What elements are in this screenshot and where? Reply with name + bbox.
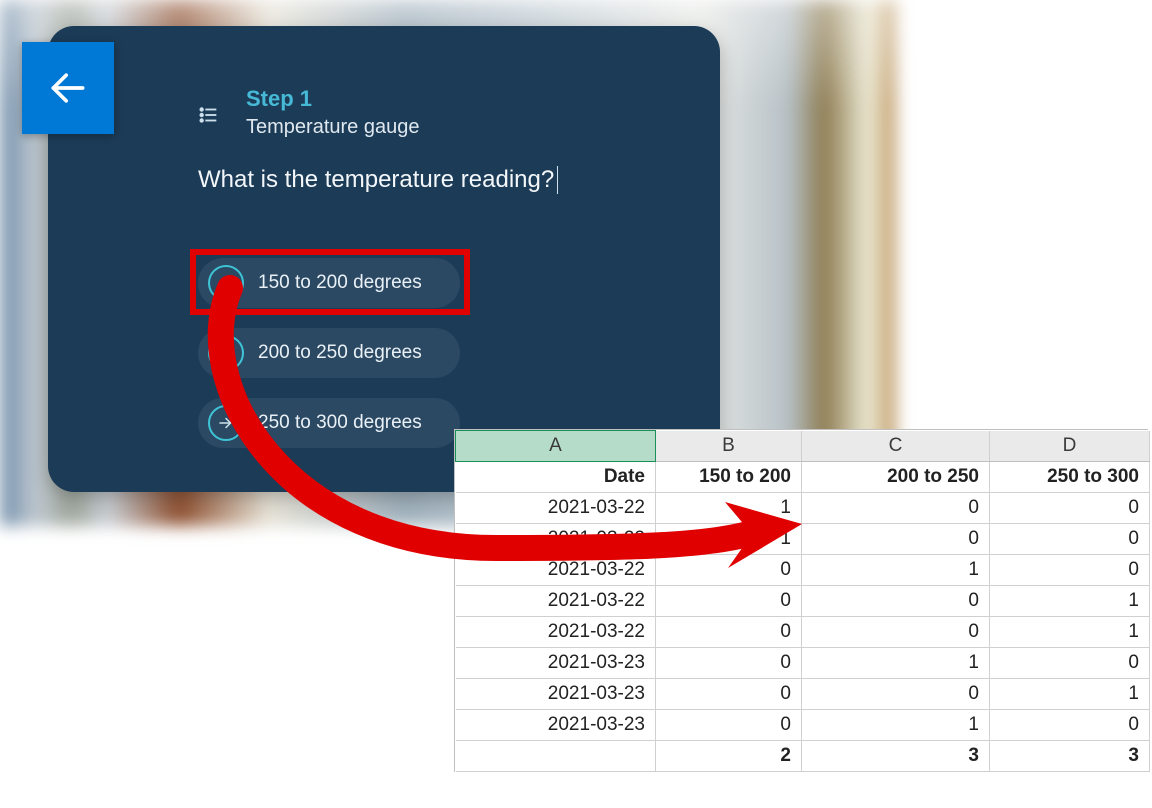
- option-list: 150 to 200 degrees 200 to 250 degrees 25…: [198, 258, 460, 448]
- question-text[interactable]: What is the temperature reading?: [198, 166, 558, 194]
- step-subtitle: Temperature gauge: [246, 116, 419, 139]
- cell[interactable]: 2021-03-22: [456, 524, 656, 555]
- cell[interactable]: 1: [656, 524, 802, 555]
- cell[interactable]: 3: [802, 741, 990, 772]
- option-250-300[interactable]: 250 to 300 degrees: [198, 398, 460, 448]
- cell[interactable]: 250 to 300: [990, 462, 1150, 493]
- cell[interactable]: 1: [802, 710, 990, 741]
- col-header-b[interactable]: B: [656, 431, 802, 462]
- table-row[interactable]: 2021-03-23010: [456, 648, 1150, 679]
- table-row[interactable]: 2021-03-22001: [456, 586, 1150, 617]
- cell[interactable]: 0: [990, 524, 1150, 555]
- option-200-250[interactable]: 200 to 250 degrees: [198, 328, 460, 378]
- column-letter-row: A B C D: [456, 431, 1150, 462]
- table-row[interactable]: 2021-03-22100: [456, 493, 1150, 524]
- table-row[interactable]: 2021-03-22010: [456, 555, 1150, 586]
- cell[interactable]: 2021-03-23: [456, 679, 656, 710]
- totals-row[interactable]: 233: [456, 741, 1150, 772]
- cell[interactable]: 0: [802, 493, 990, 524]
- cell[interactable]: 2021-03-22: [456, 586, 656, 617]
- arrow-right-icon: [208, 265, 244, 301]
- cell[interactable]: 2021-03-22: [456, 617, 656, 648]
- back-button[interactable]: [22, 42, 114, 134]
- cell[interactable]: 150 to 200: [656, 462, 802, 493]
- cell[interactable]: [456, 741, 656, 772]
- spreadsheet[interactable]: A B C D Date 150 to 200 200 to 250 250 t…: [454, 429, 1148, 772]
- cell[interactable]: 0: [802, 524, 990, 555]
- cell[interactable]: 0: [990, 710, 1150, 741]
- table-row[interactable]: 2021-03-23001: [456, 679, 1150, 710]
- cell[interactable]: 0: [656, 617, 802, 648]
- table-row[interactable]: 2021-03-22001: [456, 617, 1150, 648]
- cell[interactable]: 2021-03-22: [456, 555, 656, 586]
- cell[interactable]: 3: [990, 741, 1150, 772]
- cell[interactable]: 0: [656, 648, 802, 679]
- col-header-c[interactable]: C: [802, 431, 990, 462]
- step-title: Step 1: [246, 86, 312, 112]
- cell[interactable]: 0: [656, 586, 802, 617]
- guide-card: Step 1 Temperature gauge What is the tem…: [48, 26, 720, 492]
- cell[interactable]: 1: [802, 555, 990, 586]
- cell[interactable]: Date: [456, 462, 656, 493]
- table-row[interactable]: 2021-03-22100: [456, 524, 1150, 555]
- cell[interactable]: 2: [656, 741, 802, 772]
- arrow-left-icon: [46, 66, 90, 110]
- cell[interactable]: 1: [990, 586, 1150, 617]
- cell[interactable]: 2021-03-23: [456, 648, 656, 679]
- cell[interactable]: 0: [802, 617, 990, 648]
- option-label: 150 to 200 degrees: [258, 272, 422, 294]
- col-header-a[interactable]: A: [456, 431, 656, 462]
- cell[interactable]: 2021-03-23: [456, 710, 656, 741]
- cell[interactable]: 200 to 250: [802, 462, 990, 493]
- cell[interactable]: 1: [656, 493, 802, 524]
- cell[interactable]: 2021-03-22: [456, 493, 656, 524]
- arrow-right-icon: [208, 335, 244, 371]
- cell[interactable]: 0: [656, 679, 802, 710]
- cell[interactable]: 0: [990, 555, 1150, 586]
- cell[interactable]: 1: [990, 617, 1150, 648]
- cell[interactable]: 0: [656, 555, 802, 586]
- arrow-right-icon: [208, 405, 244, 441]
- cell[interactable]: 0: [656, 710, 802, 741]
- cell[interactable]: 0: [802, 586, 990, 617]
- cell[interactable]: 0: [990, 493, 1150, 524]
- header-row[interactable]: Date 150 to 200 200 to 250 250 to 300: [456, 462, 1150, 493]
- table-row[interactable]: 2021-03-23010: [456, 710, 1150, 741]
- cell[interactable]: 1: [802, 648, 990, 679]
- cell[interactable]: 0: [990, 648, 1150, 679]
- option-label: 250 to 300 degrees: [258, 412, 422, 434]
- outline-list-icon[interactable]: [198, 104, 220, 131]
- col-header-d[interactable]: D: [990, 431, 1150, 462]
- option-label: 200 to 250 degrees: [258, 342, 422, 364]
- cell[interactable]: 0: [802, 679, 990, 710]
- cell[interactable]: 1: [990, 679, 1150, 710]
- option-150-200[interactable]: 150 to 200 degrees: [198, 258, 460, 308]
